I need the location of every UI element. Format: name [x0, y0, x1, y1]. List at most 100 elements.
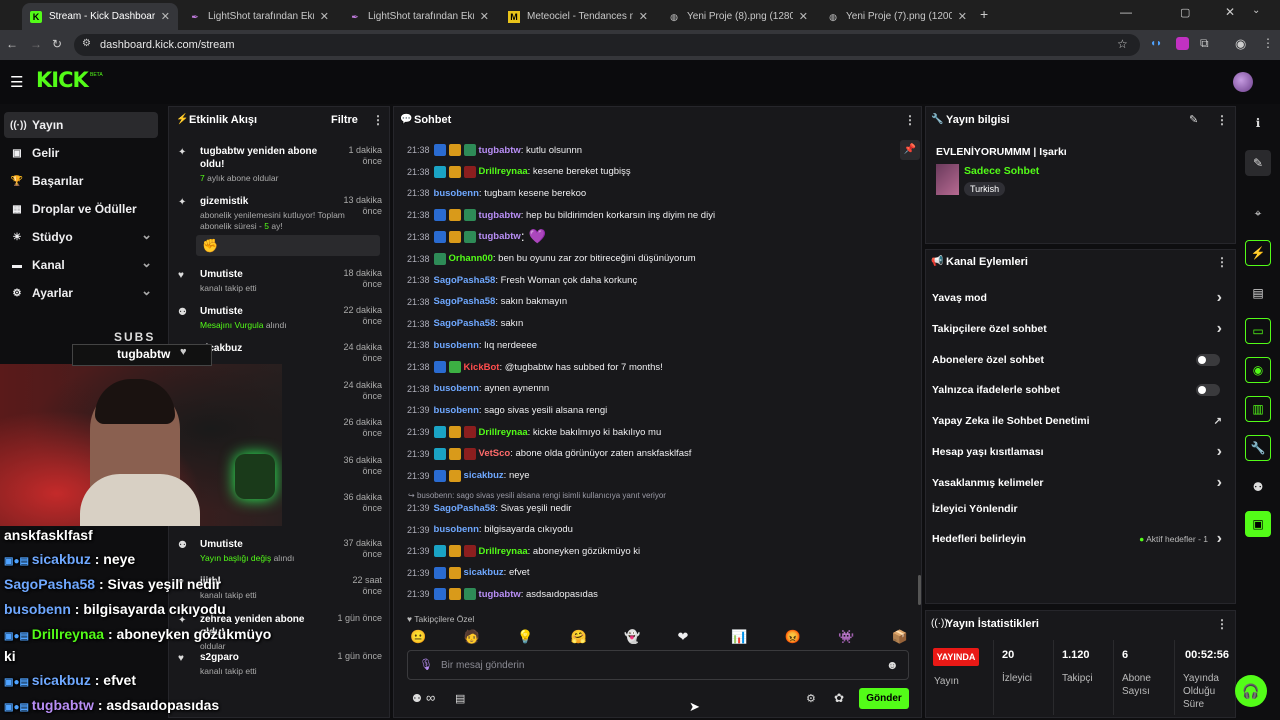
sidebar-item[interactable]: ⚙ Ayarlar ⌄	[4, 280, 158, 306]
browser-tab[interactable]: ◍ Yeni Proje (8).png (1280×720) ✕	[660, 3, 816, 30]
window-close-button[interactable]: ✕	[1225, 5, 1235, 19]
sidebar-item[interactable]: ▦ Droplar ve Ödüller	[4, 196, 158, 222]
coins-icon[interactable]: ⚉	[1245, 474, 1271, 500]
chat-menu-icon[interactable]: ⋮	[904, 113, 916, 127]
chevron-down-icon[interactable]: ⌄	[141, 227, 152, 243]
stream-info-menu-icon[interactable]: ⋮	[1216, 113, 1228, 127]
maximize-button[interactable]: ▢	[1180, 6, 1190, 19]
message-username[interactable]: sicakbuz	[464, 470, 504, 481]
chevron-right-icon[interactable]: ›	[1217, 474, 1222, 492]
browser-tab[interactable]: ✒ LightShot tarafından Ekran Görü ✕	[181, 3, 337, 30]
message-username[interactable]: busobenn	[434, 383, 479, 394]
toggle-switch[interactable]	[1196, 384, 1220, 397]
chat-scrollbar[interactable]	[918, 575, 921, 605]
focus-icon[interactable]: ⌖	[1245, 200, 1271, 226]
sidebar-item[interactable]: ▣ Gelir	[4, 140, 158, 166]
message-username[interactable]: busobenn	[434, 188, 479, 199]
filter-button[interactable]: Filtre	[331, 114, 358, 126]
emote-icon[interactable]: 🤗	[571, 629, 587, 645]
tab-close-icon[interactable]: ✕	[958, 10, 967, 23]
channel-action-item[interactable]: Abonelere özel sohbet	[932, 350, 1228, 370]
info-icon[interactable]: ℹ	[1245, 110, 1271, 136]
message-username[interactable]: tugbabtw	[479, 589, 521, 600]
message-username[interactable]: SagoPasha58	[434, 503, 496, 514]
message-username[interactable]: SagoPasha58	[434, 296, 496, 307]
tab-close-icon[interactable]: ✕	[639, 10, 648, 23]
channel-action-item[interactable]: Yavaş mod ›	[932, 288, 1228, 308]
extension-icon[interactable]	[1176, 37, 1189, 50]
emote-icon[interactable]: 📦	[892, 629, 908, 645]
channel-action-item[interactable]: Hedefleri belirleyin ● Aktif hedefler - 1…	[932, 529, 1228, 549]
tab-close-icon[interactable]: ✕	[480, 10, 489, 23]
external-link-icon[interactable]: ↗	[1214, 416, 1222, 427]
channel-action-item[interactable]: Yasaklanmış kelimeler ›	[932, 473, 1228, 493]
chevron-down-icon[interactable]: ⌄	[141, 255, 152, 271]
mic-icon[interactable]: 🎙	[419, 658, 433, 671]
message-username[interactable]: busobenn	[434, 405, 479, 416]
sidebar-item[interactable]: 🏆 Başarılar	[4, 168, 158, 194]
site-info-icon[interactable]: ⚙	[82, 38, 91, 49]
tab-search-button[interactable]: ⌄	[1252, 5, 1260, 16]
message-username[interactable]: Drillreynaa	[479, 546, 528, 557]
mod-icon[interactable]: ✿	[834, 691, 844, 705]
message-username[interactable]: SagoPasha58	[434, 275, 496, 286]
menu-icon[interactable]: ⋮	[1262, 36, 1274, 50]
broadcast-icon[interactable]: ◉	[1245, 357, 1271, 383]
chevron-right-icon[interactable]: ›	[1217, 443, 1222, 461]
message-username[interactable]: Drillreynaa	[479, 166, 528, 177]
browser-tab[interactable]: K Stream - Kick Dashboard ✕	[22, 3, 178, 30]
lightning-icon[interactable]: ⚡	[1245, 240, 1271, 266]
kick-logo[interactable]: KICK	[36, 68, 89, 92]
chevron-right-icon[interactable]: ›	[1217, 530, 1222, 548]
sidebar-item[interactable]: ((·)) Yayın	[4, 112, 158, 138]
chevron-down-icon[interactable]: ⌄	[141, 283, 152, 299]
category-link[interactable]: Sadece Sohbet	[964, 165, 1039, 177]
channel-actions-menu-icon[interactable]: ⋮	[1216, 255, 1228, 269]
edit-icon[interactable]: ✎	[1189, 113, 1198, 126]
tab-close-icon[interactable]: ✕	[161, 10, 170, 23]
message-username[interactable]: tugbabtw	[479, 210, 521, 221]
stats-menu-icon[interactable]: ⋮	[1216, 617, 1228, 631]
minimize-button[interactable]: —	[1120, 5, 1132, 19]
reload-icon[interactable]: ↻	[52, 37, 62, 51]
sidebar-item[interactable]: ▬ Kanal ⌄	[4, 252, 158, 278]
coins-icon[interactable]: ⚉	[412, 692, 422, 705]
support-button[interactable]: 🎧	[1235, 675, 1267, 707]
channel-action-item[interactable]: Hesap yaşı kısıtlaması ›	[932, 442, 1228, 462]
emote-icon[interactable]: 👾	[838, 629, 854, 645]
activity-menu-icon[interactable]: ⋮	[372, 113, 384, 127]
message-username[interactable]: sicakbuz	[464, 567, 504, 578]
message-username[interactable]: tugbabtw	[479, 145, 521, 156]
chevron-right-icon[interactable]: ›	[1217, 320, 1222, 338]
message-username[interactable]: busobenn	[434, 524, 479, 535]
tab-close-icon[interactable]: ✕	[799, 10, 808, 23]
infinity-icon[interactable]: ∞	[426, 690, 435, 705]
channel-action-item[interactable]: Yapay Zeka ile Sohbet Denetimi ↗	[932, 411, 1228, 431]
message-username[interactable]: SagoPasha58	[434, 318, 496, 329]
layout-icon[interactable]: ▥	[1245, 396, 1271, 422]
extension-icon[interactable]: ◖◗	[1150, 38, 1162, 49]
bookmark-star-icon[interactable]: ☆	[1117, 37, 1128, 51]
emote-icon[interactable]: ❤	[678, 629, 689, 645]
browser-tab[interactable]: ✒ LightShot tarafından Ekran Görü ✕	[341, 3, 497, 30]
message-username[interactable]: tugbabtw	[479, 231, 521, 242]
toggle-switch[interactable]	[1196, 353, 1220, 366]
channel-action-item[interactable]: İzleyici Yönlendir	[932, 499, 1228, 519]
emote-icon[interactable]: 📊	[731, 629, 747, 645]
forward-icon[interactable]: →	[30, 37, 42, 51]
emoji-icon[interactable]: ☻	[886, 658, 899, 672]
channel-action-item[interactable]: Yalnızca ifadelerle sohbet	[932, 380, 1228, 400]
hamburger-icon[interactable]: ☰	[10, 73, 23, 91]
app-icon[interactable]: ▣	[1245, 511, 1271, 537]
tab-close-icon[interactable]: ✕	[320, 10, 329, 23]
emote-icon[interactable]: 👻	[624, 629, 640, 645]
channel-action-item[interactable]: Takipçilere özel sohbet ›	[932, 319, 1228, 339]
message-username[interactable]: Orhann00	[449, 253, 493, 264]
new-tab-button[interactable]: +	[980, 6, 988, 22]
message-username[interactable]: busobenn	[434, 340, 479, 351]
profile-icon[interactable]: ◉	[1235, 36, 1246, 52]
message-username[interactable]: KickBot	[464, 362, 500, 373]
chevron-right-icon[interactable]: ›	[1217, 289, 1222, 307]
pencil-icon[interactable]: ✎	[1245, 150, 1271, 176]
emote-icon[interactable]: 🧑	[464, 629, 480, 645]
